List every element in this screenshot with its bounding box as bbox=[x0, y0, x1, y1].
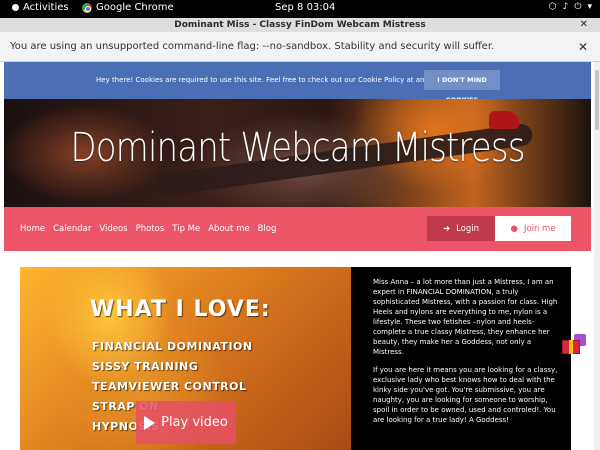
system-tray[interactable]: ⬡ ♪ ⏻ ▾ bbox=[549, 2, 592, 12]
cookie-banner: Hey there! Cookies are required to use t… bbox=[4, 62, 591, 104]
video-list-item: TEAMVIEWER CONTROL bbox=[92, 380, 247, 393]
video-list-item: FINANCIAL DOMINATION bbox=[92, 340, 253, 353]
infobar-message: You are using an unsupported command-lin… bbox=[10, 41, 495, 52]
main-content: WHAT I LOVE: FINANCIAL DOMINATION SISSY … bbox=[4, 251, 591, 450]
clock[interactable]: Sep 8 03:04 bbox=[275, 2, 335, 13]
login-button[interactable]: ➜ Login bbox=[427, 216, 495, 241]
window-title: Dominant Miss - Classy FinDom Webcam Mis… bbox=[174, 20, 426, 30]
accept-cookies-button[interactable]: I DON'T MIND COOKIES bbox=[424, 70, 500, 104]
power-icon: ⏻ bbox=[574, 2, 582, 12]
infobar-close-icon[interactable]: ✕ bbox=[578, 32, 588, 62]
join-label: Join me bbox=[523, 223, 556, 234]
main-nav: Home Calendar Videos Photos Tip Me About… bbox=[4, 207, 591, 251]
gift-icon[interactable] bbox=[562, 334, 586, 354]
site-title[interactable]: Dominant Webcam Mistress bbox=[48, 125, 547, 171]
nav-link-calendar[interactable]: Calendar bbox=[53, 224, 91, 234]
network-icon: ⬡ bbox=[548, 2, 557, 12]
page-viewport: Hey there! Cookies are required to use t… bbox=[0, 62, 600, 450]
hero-banner: Dominant Webcam Mistress bbox=[4, 99, 591, 207]
page-scrollbar[interactable] bbox=[594, 62, 600, 450]
nav-link-about-me[interactable]: About me bbox=[208, 224, 249, 234]
nav-link-home[interactable]: Home bbox=[20, 224, 45, 234]
gift-ribbon bbox=[569, 340, 573, 354]
scrollbar-thumb[interactable] bbox=[595, 70, 599, 130]
join-button[interactable]: ● Join me bbox=[495, 216, 571, 241]
activities-button[interactable]: Activities bbox=[12, 2, 69, 13]
nav-link-tip-me[interactable]: Tip Me bbox=[172, 224, 200, 234]
nav-link-photos[interactable]: Photos bbox=[136, 224, 165, 234]
intro-video[interactable]: WHAT I LOVE: FINANCIAL DOMINATION SISSY … bbox=[20, 267, 351, 450]
app-name: Google Chrome bbox=[96, 2, 174, 13]
activities-label: Activities bbox=[23, 2, 69, 13]
window-close-icon[interactable]: ✕ bbox=[580, 18, 588, 32]
cookie-message: Hey there! Cookies are required to use t… bbox=[96, 76, 449, 84]
bio-paragraph: Miss Anna – a lot more than just a Mistr… bbox=[373, 278, 558, 356]
bio-paragraph: If you are here it means you are looking… bbox=[373, 366, 558, 424]
nav-link-blog[interactable]: Blog bbox=[258, 224, 277, 234]
user-icon: ● bbox=[510, 223, 518, 234]
play-icon bbox=[144, 415, 156, 430]
activities-icon bbox=[12, 4, 19, 11]
chrome-icon bbox=[82, 2, 92, 13]
unsupported-flag-infobar: You are using an unsupported command-lin… bbox=[0, 32, 600, 62]
bio-panel: Miss Anna – a lot more than just a Mistr… bbox=[351, 267, 571, 450]
nav-link-videos[interactable]: Videos bbox=[99, 224, 127, 234]
system-top-bar: Activities Google Chrome Sep 8 03:04 ⬡ ♪… bbox=[0, 0, 600, 18]
chevron-down-icon: ▾ bbox=[587, 2, 592, 12]
video-list-item: SISSY TRAINING bbox=[92, 360, 199, 373]
app-menu[interactable]: Google Chrome bbox=[82, 2, 174, 13]
window-title-bar: Dominant Miss - Classy FinDom Webcam Mis… bbox=[0, 18, 600, 32]
play-video-button[interactable]: Play video bbox=[136, 401, 236, 444]
video-heading: WHAT I LOVE: bbox=[90, 297, 271, 322]
login-label: Login bbox=[456, 223, 480, 234]
volume-icon: ♪ bbox=[562, 2, 569, 12]
play-label: Play video bbox=[161, 415, 228, 430]
login-icon: ➜ bbox=[442, 223, 451, 234]
